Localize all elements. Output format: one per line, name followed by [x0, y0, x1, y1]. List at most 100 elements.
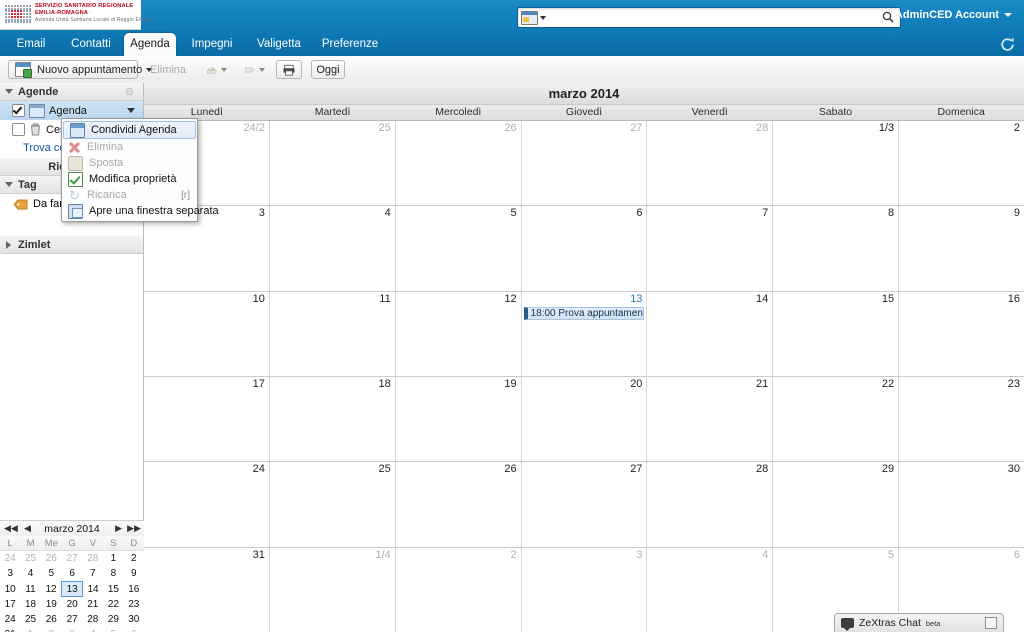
mini-cal-day[interactable]: 27 [62, 551, 83, 567]
mini-cal-day[interactable]: 15 [103, 582, 123, 597]
mini-cal-day[interactable]: 22 [103, 597, 123, 613]
mini-cal-day[interactable]: 25 [20, 551, 40, 567]
mini-cal-day[interactable]: 26 [41, 612, 62, 627]
mini-cal-next-month-button[interactable]: ▶ [115, 523, 122, 534]
mini-cal-day[interactable]: 17 [0, 597, 20, 613]
calendar-day-cell[interactable]: 29 [773, 462, 900, 547]
calendar-day-cell[interactable]: 7 [647, 206, 774, 291]
context-menu-item[interactable]: Condividi Agenda [63, 121, 196, 139]
zextras-chat-bar[interactable]: ZeXtras Chat beta [834, 613, 1004, 632]
mini-cal-day[interactable]: 5 [41, 566, 62, 582]
tab-impegni[interactable]: Impegni [184, 33, 240, 56]
calendar-day-cell[interactable]: 21 [647, 376, 774, 462]
search-icon[interactable] [882, 11, 894, 23]
mini-cal-day[interactable]: 16 [124, 582, 144, 597]
mini-cal-day[interactable]: 29 [103, 612, 123, 627]
delete-button[interactable]: Elimina [146, 60, 190, 79]
calendar-day-cell[interactable]: 1/3 [773, 121, 900, 206]
calendar-day-cell[interactable]: 5 [395, 206, 522, 291]
section-header-agende[interactable]: Agende [0, 83, 143, 101]
mini-cal-day[interactable]: 1 [103, 551, 123, 567]
move-button[interactable] [200, 60, 234, 79]
today-button[interactable]: Oggi [311, 60, 345, 79]
mini-cal-prev-month-button[interactable]: ◀ [24, 523, 31, 534]
calendar-day-cell[interactable]: 27 [521, 121, 648, 206]
mini-cal-day[interactable]: 13 [61, 581, 83, 597]
mini-cal-day[interactable]: 26 [41, 551, 62, 567]
chevron-down-icon[interactable] [127, 108, 135, 113]
cestino-checkbox[interactable] [12, 123, 25, 136]
calendar-day-cell[interactable]: 8 [773, 206, 900, 291]
mini-cal-day[interactable]: 19 [41, 597, 62, 613]
search-type-dropdown[interactable] [521, 10, 551, 25]
calendar-day-cell[interactable]: 10 [144, 291, 270, 376]
calendar-day-cell[interactable]: 4 [269, 206, 396, 291]
mini-cal-day[interactable]: 18 [20, 597, 40, 613]
refresh-icon[interactable] [999, 36, 1016, 53]
mini-cal-day[interactable]: 3 [0, 566, 20, 582]
tab-email[interactable]: Email [8, 33, 54, 56]
print-button[interactable] [276, 60, 302, 79]
calendar-day-cell[interactable]: 13 18:00 Prova appuntamen [521, 291, 648, 376]
mini-cal-day[interactable]: 8 [103, 566, 123, 582]
calendar-day-cell[interactable]: 28 [647, 121, 774, 206]
mini-cal-day[interactable]: 9 [124, 566, 144, 582]
mini-cal-day[interactable]: 12 [41, 582, 62, 597]
calendar-day-cell[interactable]: 27 [521, 462, 648, 547]
agenda-checkbox[interactable] [12, 104, 25, 117]
calendar-day-cell[interactable]: 20 [521, 376, 648, 462]
calendar-day-cell[interactable]: 26 [395, 462, 522, 547]
account-menu[interactable]: AdminCED Account [895, 9, 1012, 21]
calendar-day-cell[interactable]: 17 [144, 376, 270, 462]
calendar-day-cell[interactable]: 25 [269, 121, 396, 206]
calendar-day-cell[interactable]: 18 [269, 376, 396, 462]
context-menu-item[interactable]: Apre una finestra separata [62, 203, 219, 219]
calendar-day-cell[interactable]: 11 [269, 291, 396, 376]
mini-cal-next-year-button[interactable]: ▶▶ [127, 523, 141, 534]
calendar-day-cell[interactable]: 2 [395, 547, 522, 632]
calendar-day-cell[interactable]: 2 [899, 121, 1024, 206]
gear-icon[interactable] [124, 86, 135, 97]
mini-cal-day[interactable]: 23 [124, 597, 144, 613]
mini-cal-day[interactable]: 24 [0, 612, 20, 627]
calendar-day-cell[interactable]: 9 [899, 206, 1024, 291]
search-bar[interactable] [517, 7, 901, 29]
mini-cal-day[interactable]: 4 [82, 627, 103, 632]
mini-cal-day[interactable]: 31 [0, 627, 20, 632]
calendar-day-cell[interactable]: 31 [144, 547, 270, 632]
mini-cal-day[interactable]: 14 [82, 582, 103, 597]
calendar-day-cell[interactable]: 22 [773, 376, 900, 462]
mini-cal-day[interactable]: 25 [20, 612, 40, 627]
mini-cal-day[interactable]: 5 [103, 627, 123, 632]
mini-cal-day[interactable]: 28 [82, 551, 103, 567]
search-input[interactable] [556, 8, 880, 29]
calendar-day-cell[interactable]: 1/4 [269, 547, 396, 632]
calendar-day-cell[interactable]: 25 [269, 462, 396, 547]
calendar-day-cell[interactable]: 24 [144, 462, 270, 547]
calendar-day-cell[interactable]: 6 [521, 206, 648, 291]
calendar-day-cell[interactable]: 16 [899, 291, 1024, 376]
calendar-day-cell[interactable]: 30 [899, 462, 1024, 547]
mini-cal-day[interactable]: 11 [20, 582, 40, 597]
mini-cal-day[interactable]: 2 [124, 551, 144, 567]
context-menu-item[interactable]: Modifica proprietà [62, 171, 197, 187]
mini-cal-day[interactable]: 3 [62, 627, 83, 632]
calendar-day-cell[interactable]: 12 [395, 291, 522, 376]
tab-agenda[interactable]: Agenda [124, 33, 176, 56]
calendar-appointment[interactable]: 18:00 Prova appuntamen [523, 306, 645, 320]
calendar-day-cell[interactable]: 23 [899, 376, 1024, 462]
tab-contatti[interactable]: Contatti [60, 33, 122, 56]
mini-cal-day[interactable]: 4 [20, 566, 40, 582]
mini-cal-day[interactable]: 21 [82, 597, 103, 613]
mini-cal-day[interactable]: 6 [62, 566, 83, 582]
calendar-day-cell[interactable]: 19 [395, 376, 522, 462]
mini-cal-day[interactable]: 20 [62, 597, 83, 613]
mini-cal-day[interactable]: 2 [41, 627, 62, 632]
mini-cal-day[interactable]: 6 [124, 627, 144, 632]
mini-cal-day[interactable]: 7 [82, 566, 103, 582]
calendar-day-cell[interactable]: 3 [521, 547, 648, 632]
mini-cal-day[interactable]: 1 [20, 627, 40, 632]
tab-valigetta[interactable]: Valigetta [248, 33, 310, 56]
calendar-day-cell[interactable]: 26 [395, 121, 522, 206]
calendar-day-cell[interactable]: 15 [773, 291, 900, 376]
